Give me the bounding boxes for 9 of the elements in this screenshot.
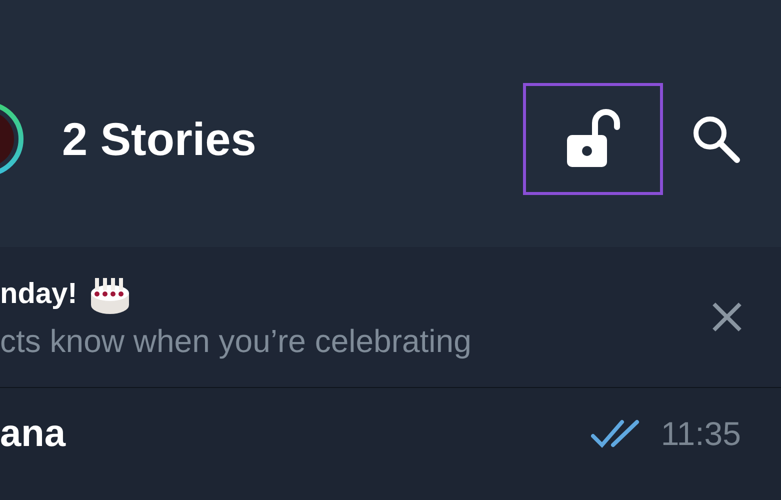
close-button[interactable] xyxy=(711,301,743,333)
unlocked-padlock-icon xyxy=(565,108,621,168)
search-button[interactable] xyxy=(691,114,741,164)
birthday-banner-title: nday! xyxy=(0,278,78,311)
lock-button[interactable] xyxy=(523,82,663,194)
birthday-banner-subtitle: cts know when you’re celebrating xyxy=(0,322,472,360)
stories-title: 2 Stories xyxy=(62,112,258,166)
chat-time: 11:35 xyxy=(660,415,741,453)
chat-name[interactable]: ana xyxy=(0,412,591,456)
